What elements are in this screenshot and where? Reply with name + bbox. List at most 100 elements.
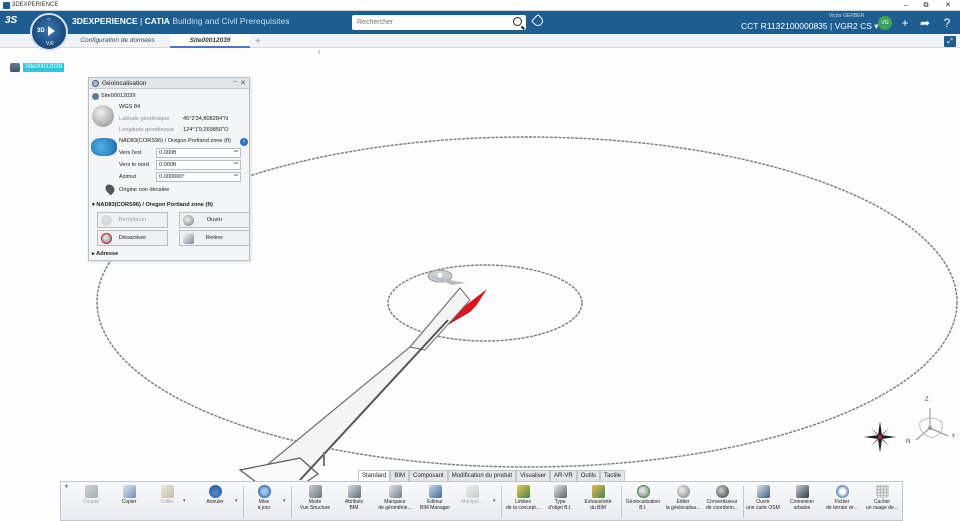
design-limits-button[interactable]: Limites de la concept... [505,484,541,520]
toolbar-separator [501,486,502,518]
terrain-file-button[interactable]: Fichier de terrain vir... [823,484,861,520]
open-label: Ouvrir [206,217,223,223]
bim-manager-button[interactable]: Editeur BIM Manager [417,484,453,520]
section-title: NAD83(CORS96) / Oregon Portland zone (ft… [96,202,213,208]
azimuth-input[interactable]: 0,000000° [156,172,241,182]
brand-title: 3DEXPERIENCE | CATIA Building and Civil … [72,16,289,26]
search-icon[interactable] [513,17,522,26]
edit-globe-icon [676,485,690,498]
undo-button[interactable]: Annuler [199,484,231,520]
mode-label-2: Vue Structure [299,504,331,511]
north-input[interactable]: 0,000ft [156,160,241,170]
latitude-value: 45°2'34,808284"N [183,116,229,122]
tab-outils[interactable]: Outils [576,470,601,481]
replace-button[interactable]: Remplacer [97,212,168,228]
world-map-icon [91,138,117,156]
undo-dropdown-icon[interactable]: ▾ [235,498,238,504]
search-input[interactable] [352,15,502,30]
tab-standard[interactable]: Standard [358,470,391,481]
copy-icon [122,485,136,498]
copy-button[interactable]: Copier [115,484,143,520]
bim-completeness-button[interactable]: Exhaustivité du BIM [579,484,617,520]
hide-point-cloud-button[interactable]: Cacher un nuage de... [863,484,901,520]
manipulate-button[interactable]: Manipul... [455,484,489,520]
add-icon[interactable]: + [898,16,912,30]
close-window-button[interactable]: ✕ [938,0,958,11]
undo-label: Annuler [206,499,224,505]
paste-label: Coller [160,499,174,505]
minimize-button[interactable]: – [896,0,916,11]
remove-button[interactable]: Retirer [179,230,250,246]
east-input[interactable]: 0,000ft [156,148,241,158]
geometry-marker-button[interactable]: Marqueur de géométrie... [375,484,415,520]
undo-icon [208,485,222,498]
triad-n-label: N [906,439,911,445]
mode-structure-button[interactable]: Mode Vue Structure [297,484,333,520]
tab-composant[interactable]: Composant [409,470,448,481]
geolocation-button[interactable]: Géolocalisation B.I. [623,484,663,520]
bl-object-type-button[interactable]: Type d'objet B.I. [543,484,577,520]
hide-cloud-label-2: un nuage de... [866,504,898,511]
avatar[interactable]: VG [878,16,892,30]
cut-button[interactable]: Couper [77,484,105,520]
tree-root[interactable]: Site00012039 [10,63,65,72]
edit-geoloc-label-2: la géolocalisa... [665,504,701,511]
collaborative-space-selector[interactable]: CCT R1132100000835 | VGR2 CS ▾ [741,21,879,32]
splitter-handle[interactable] [323,452,325,466]
action-bar-grip-icon[interactable]: ▼ [64,484,69,490]
play-icon[interactable] [48,26,55,36]
open-osm-button[interactable]: Ouvrir une carte OSM [745,484,781,520]
coordinate-converter-button[interactable]: Convertisseur de coordonn... [703,484,741,520]
north-beam [253,287,461,481]
toolbar-separator [621,486,622,518]
minimize-panel-button[interactable]: – [233,78,237,85]
share-icon[interactable]: ➦ [918,16,932,30]
toolbar-separator [291,486,292,518]
tree-root-label[interactable]: Site00012039 [23,63,65,72]
help-icon[interactable]: ? [940,16,954,30]
open-button[interactable]: Ouvrir [179,212,250,228]
eraser-icon [183,233,194,244]
tab-site[interactable]: Site00012039 [170,34,250,48]
urban-connection-icon [795,485,809,498]
tab-modification-produit[interactable]: Modification du produit [447,470,517,481]
longitude-label: Longitude géodésique [119,127,175,133]
restore-button[interactable]: ⧉ [916,0,936,11]
deactivate-button[interactable]: Désactiver [97,230,168,246]
search-box[interactable] [352,15,526,30]
close-panel-button[interactable]: ✕ [240,79,246,87]
geometry-marker-icon [388,485,402,498]
update-button[interactable]: Mise à jour [249,484,279,520]
manipulate-dropdown-icon[interactable]: ▾ [493,498,496,504]
coord-conv-label-2: de coordonn... [706,504,738,511]
limits-label-2: de la concept... [506,504,540,511]
urban-connection-button[interactable]: Connexion urbaine [783,484,821,520]
collapse-panel-icon[interactable]: ‹ [315,49,323,57]
address-toggle[interactable]: ▸ Adresse [92,251,118,257]
fullscreen-icon[interactable]: ⤢ [944,36,956,47]
update-dropdown-icon[interactable]: ▾ [283,498,286,504]
add-tab-button[interactable]: + [252,34,264,48]
tab-configuration[interactable]: Configuration de données [70,34,165,48]
tab-visualiser[interactable]: Visualiser [516,470,550,481]
tab-bim[interactable]: BIM [390,470,410,481]
info-icon[interactable]: i [240,138,248,146]
ds-logo-icon[interactable]: 3S [5,15,17,26]
paste-dropdown-icon[interactable]: ▾ [183,498,186,504]
compass-widget[interactable]: ○ 3D V,R [30,13,68,51]
object-type-icon [553,485,567,498]
tab-ar-vr[interactable]: AR-VR [550,470,577,481]
bim-attributes-button[interactable]: Attributs BIM [337,484,371,520]
tag-icon[interactable] [530,13,546,29]
edit-geolocation-button[interactable]: Editer la géolocalisa... [663,484,703,520]
design-limits-icon [516,485,530,498]
paste-button[interactable]: Coller [153,484,181,520]
deactivate-icon [101,233,112,244]
geolocation-panel-header[interactable]: Géolocalisation – ✕ [89,78,249,89]
projection-label: NAD83(CORS96) / Oregon Portland zone (ft… [119,138,231,144]
section-toggle[interactable]: ▾ NAD83(CORS96) / Oregon Portland zone (… [92,202,213,208]
tab-tactile[interactable]: Tactile [600,470,626,481]
terrain-file-icon [835,485,849,498]
replace-icon [101,215,112,226]
bl-type-label-2: d'objet B.I. [548,504,572,511]
